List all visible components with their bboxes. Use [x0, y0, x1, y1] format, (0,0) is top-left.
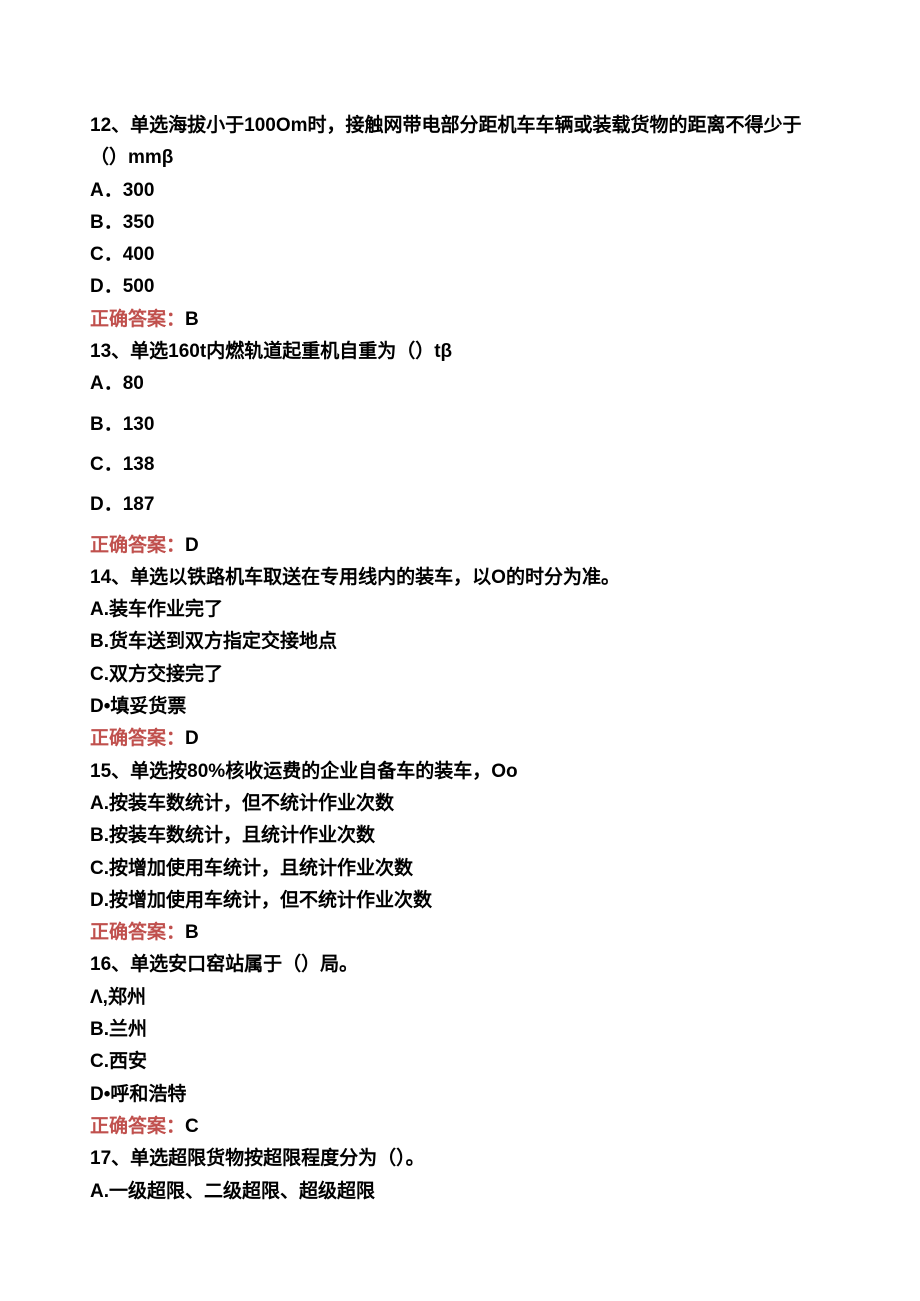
- question-number: 15: [90, 761, 111, 782]
- question-number: 13: [90, 341, 111, 362]
- question-16-stem: 16、单选安口窑站属于（）局。: [90, 949, 830, 981]
- question-type: 单选: [130, 341, 168, 362]
- question-13-answer: 正确答案：D: [90, 530, 830, 562]
- question-12-stem: 12、单选海拔小于100Om时，接触网带电部分距机车车辆或装载货物的距离不得少于: [90, 110, 830, 142]
- question-16-option-b: B.兰州: [90, 1014, 830, 1046]
- question-14-option-b: B.货车送到双方指定交接地点: [90, 626, 830, 658]
- question-15-option-a: A.按装车数统计，但不统计作业次数: [90, 788, 830, 820]
- document-page: 12、单选海拔小于100Om时，接触网带电部分距机车车辆或装载货物的距离不得少于…: [0, 0, 920, 1248]
- question-number: 14: [90, 567, 111, 588]
- question-text: 160t内燃轨道起重机自重为（）tβ: [168, 341, 452, 362]
- question-16-option-d: D•呼和浩特: [90, 1079, 830, 1111]
- question-16-option-a: Λ,郑州: [90, 982, 830, 1014]
- question-number: 16: [90, 954, 111, 975]
- question-16-answer: 正确答案：C: [90, 1111, 830, 1143]
- question-text: 超限货物按超限程度分为（）。: [168, 1148, 425, 1169]
- answer-label: 正确答案：: [90, 1116, 185, 1137]
- question-13-option-b: B．130: [90, 409, 830, 441]
- question-15-option-c: C.按增加使用车统计，且统计作业次数: [90, 853, 830, 885]
- question-number: 17: [90, 1148, 111, 1169]
- question-text: 按80%核收运费的企业自备车的装车，Oo: [168, 761, 517, 782]
- question-15-option-d: D.按增加使用车统计，但不统计作业次数: [90, 885, 830, 917]
- question-14-answer: 正确答案：D: [90, 723, 830, 755]
- question-13-stem: 13、单选160t内燃轨道起重机自重为（）tβ: [90, 336, 830, 368]
- answer-value: B: [185, 922, 199, 943]
- question-15-option-b: B.按装车数统计，且统计作业次数: [90, 820, 830, 852]
- question-14-option-d: D•填妥货票: [90, 691, 830, 723]
- question-12-option-d: D．500: [90, 271, 830, 303]
- question-14-option-c: C.双方交接完了: [90, 659, 830, 691]
- question-number: 12: [90, 115, 111, 136]
- answer-label: 正确答案：: [90, 728, 185, 749]
- question-text: 以铁路机车取送在专用线内的装车，以O的时分为准。: [168, 567, 620, 588]
- question-type: 单选: [130, 115, 168, 136]
- question-12-stem-line2: （）mmβ: [90, 142, 830, 174]
- question-12-option-a: A．300: [90, 175, 830, 207]
- answer-label: 正确答案：: [90, 535, 185, 556]
- answer-value: B: [185, 309, 199, 330]
- question-14-stem: 14、单选以铁路机车取送在专用线内的装车，以O的时分为准。: [90, 562, 830, 594]
- question-15-stem: 15、单选按80%核收运费的企业自备车的装车，Oo: [90, 756, 830, 788]
- question-type: 单选: [130, 1148, 168, 1169]
- question-12-answer: 正确答案：B: [90, 304, 830, 336]
- question-12-option-c: C．400: [90, 239, 830, 271]
- answer-value: D: [185, 535, 199, 556]
- question-13-option-a: A．80: [90, 368, 830, 400]
- question-13-option-c: C．138: [90, 449, 830, 481]
- question-text: 海拔小于100Om时，接触网带电部分距机车车辆或装载货物的距离不得少于: [168, 115, 801, 136]
- question-16-option-c: C.西安: [90, 1046, 830, 1078]
- answer-label: 正确答案：: [90, 309, 185, 330]
- question-type: 单选: [130, 761, 168, 782]
- answer-label: 正确答案：: [90, 922, 185, 943]
- question-text: 安口窑站属于（）局。: [168, 954, 358, 975]
- answer-value: D: [185, 728, 199, 749]
- question-17-option-a: A.一级超限、二级超限、超级超限: [90, 1176, 830, 1208]
- question-13-option-d: D．187: [90, 489, 830, 521]
- question-15-answer: 正确答案：B: [90, 917, 830, 949]
- answer-value: C: [185, 1116, 199, 1137]
- question-12-option-b: B．350: [90, 207, 830, 239]
- question-type: 单选: [130, 567, 168, 588]
- question-17-stem: 17、单选超限货物按超限程度分为（）。: [90, 1143, 830, 1175]
- question-type: 单选: [130, 954, 168, 975]
- question-14-option-a: A.装车作业完了: [90, 594, 830, 626]
